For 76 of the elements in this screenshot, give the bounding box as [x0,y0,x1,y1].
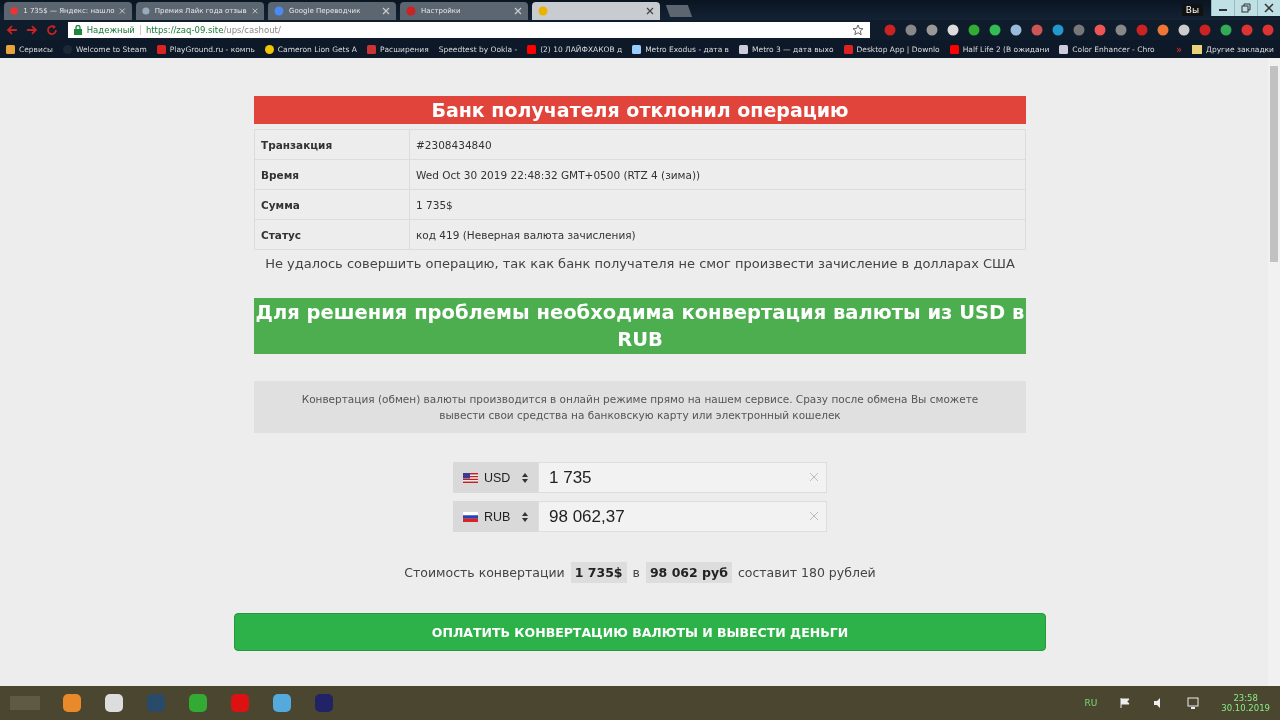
detail-value: код 419 (Неверная валюта зачисления) [409,219,1026,250]
clock[interactable]: 23:58 30.10.2019 [1221,693,1270,713]
extension-icon[interactable] [968,24,980,36]
star-icon[interactable] [852,24,864,36]
info-panel: Конвертация (обмен) валюты производится в онлайн режиме прямо на нашем сервисе. Сразу после обмена Вы сможете вывести свои средства на банковскую карту или электронный кошелек [254,381,1026,433]
extension-icon[interactable] [947,24,959,36]
bookmark-favicon-icon [1059,44,1069,54]
taskbar-app-icon[interactable] [104,693,124,713]
extension-icon[interactable] [1052,24,1064,36]
reload-icon[interactable] [45,24,58,36]
minimize-button[interactable] [1211,0,1234,16]
folder-icon [1192,44,1203,54]
language-indicator[interactable]: RU [1084,698,1098,708]
profile-button[interactable]: Вы [1181,4,1203,16]
url-text: https://zaq-09.site/ups/cashout/ [145,25,281,35]
new-tab-button[interactable] [665,5,693,17]
amount-highlight: 1 735$ [570,562,627,583]
bookmark-favicon-icon [527,44,537,54]
bookmark-favicon-icon [6,44,15,54]
bookmark-favicon-icon [367,44,376,54]
forward-icon[interactable] [25,24,38,36]
restore-button[interactable] [1234,0,1257,16]
bookmark-favicon-icon [264,44,274,54]
us-flag-icon [463,472,478,483]
restore-icon [1241,3,1251,13]
address-bar[interactable]: Надежный https://zaq-09.site/ups/cashout/ [67,22,870,38]
bookmark-favicon-icon [949,44,959,54]
detail-label: Время [254,159,410,190]
taskbar-app-icon[interactable] [62,693,82,713]
extension-icon[interactable] [1220,24,1232,36]
error-banner: Банк получателя отклонил операцию [254,96,1026,124]
extension-icon[interactable] [989,24,1001,36]
extension-icon[interactable] [1178,24,1190,36]
tab-favicon-icon [10,6,19,16]
cost-text: в [632,565,640,580]
extension-icon[interactable] [1010,24,1022,36]
amount-field[interactable]: 1 735 [538,462,827,493]
taskbar-app-icon[interactable] [272,693,292,713]
detail-label: Статус [254,219,410,250]
close-icon [1264,3,1274,13]
amount-field[interactable]: 98 062,37 [538,501,827,532]
close-button[interactable] [1257,0,1280,16]
currency-select[interactable]: USD [453,462,538,493]
detail-label: Сумма [254,189,410,220]
flag-icon[interactable] [1119,697,1132,709]
tab-favicon-icon [538,6,548,16]
bookmark-favicon-icon [739,44,749,54]
ru-flag-icon [463,511,478,522]
more-bookmarks-button[interactable]: » [1175,43,1183,55]
secure-label: Надежный [86,25,135,35]
error-message: Не удалось совершить операцию, так как банк получателя не смог произвести зачисление в долларах США [264,256,1016,271]
network-icon[interactable] [1187,697,1200,709]
cost-text: составит 180 рублей [737,565,876,580]
sort-arrows-icon [522,511,528,522]
back-icon[interactable] [6,24,18,36]
bookmark-favicon-icon [632,44,642,54]
extension-icon[interactable] [926,24,938,36]
detail-value: Wed Oct 30 2019 22:48:32 GMT+0500 (RTZ 4 (зима)) [409,159,1026,190]
solution-banner: Для решения проблемы необходима конвертация валюты из USD в RUB [254,298,1026,354]
detail-value: #2308434840 [409,129,1026,160]
tab-favicon-icon [142,6,150,16]
sort-arrows-icon [522,472,528,483]
scrollbar-thumb[interactable] [1270,66,1278,262]
detail-label: Транзакция [254,129,410,160]
tab-favicon-icon [274,6,284,16]
tab-favicon-icon [406,6,416,16]
currency-select[interactable]: RUB [453,501,538,532]
detail-value: 1 735$ [409,189,1026,220]
bookmark-favicon-icon [843,44,853,54]
lock-icon [73,25,82,35]
cost-text: Стоимость конвертации [404,565,565,580]
bookmark-favicon-icon [156,44,166,54]
extension-icon[interactable] [1157,24,1169,36]
amount-highlight: 98 062 руб [645,562,732,583]
close-icon[interactable] [646,7,654,15]
taskbar-app-icon[interactable] [188,693,208,713]
